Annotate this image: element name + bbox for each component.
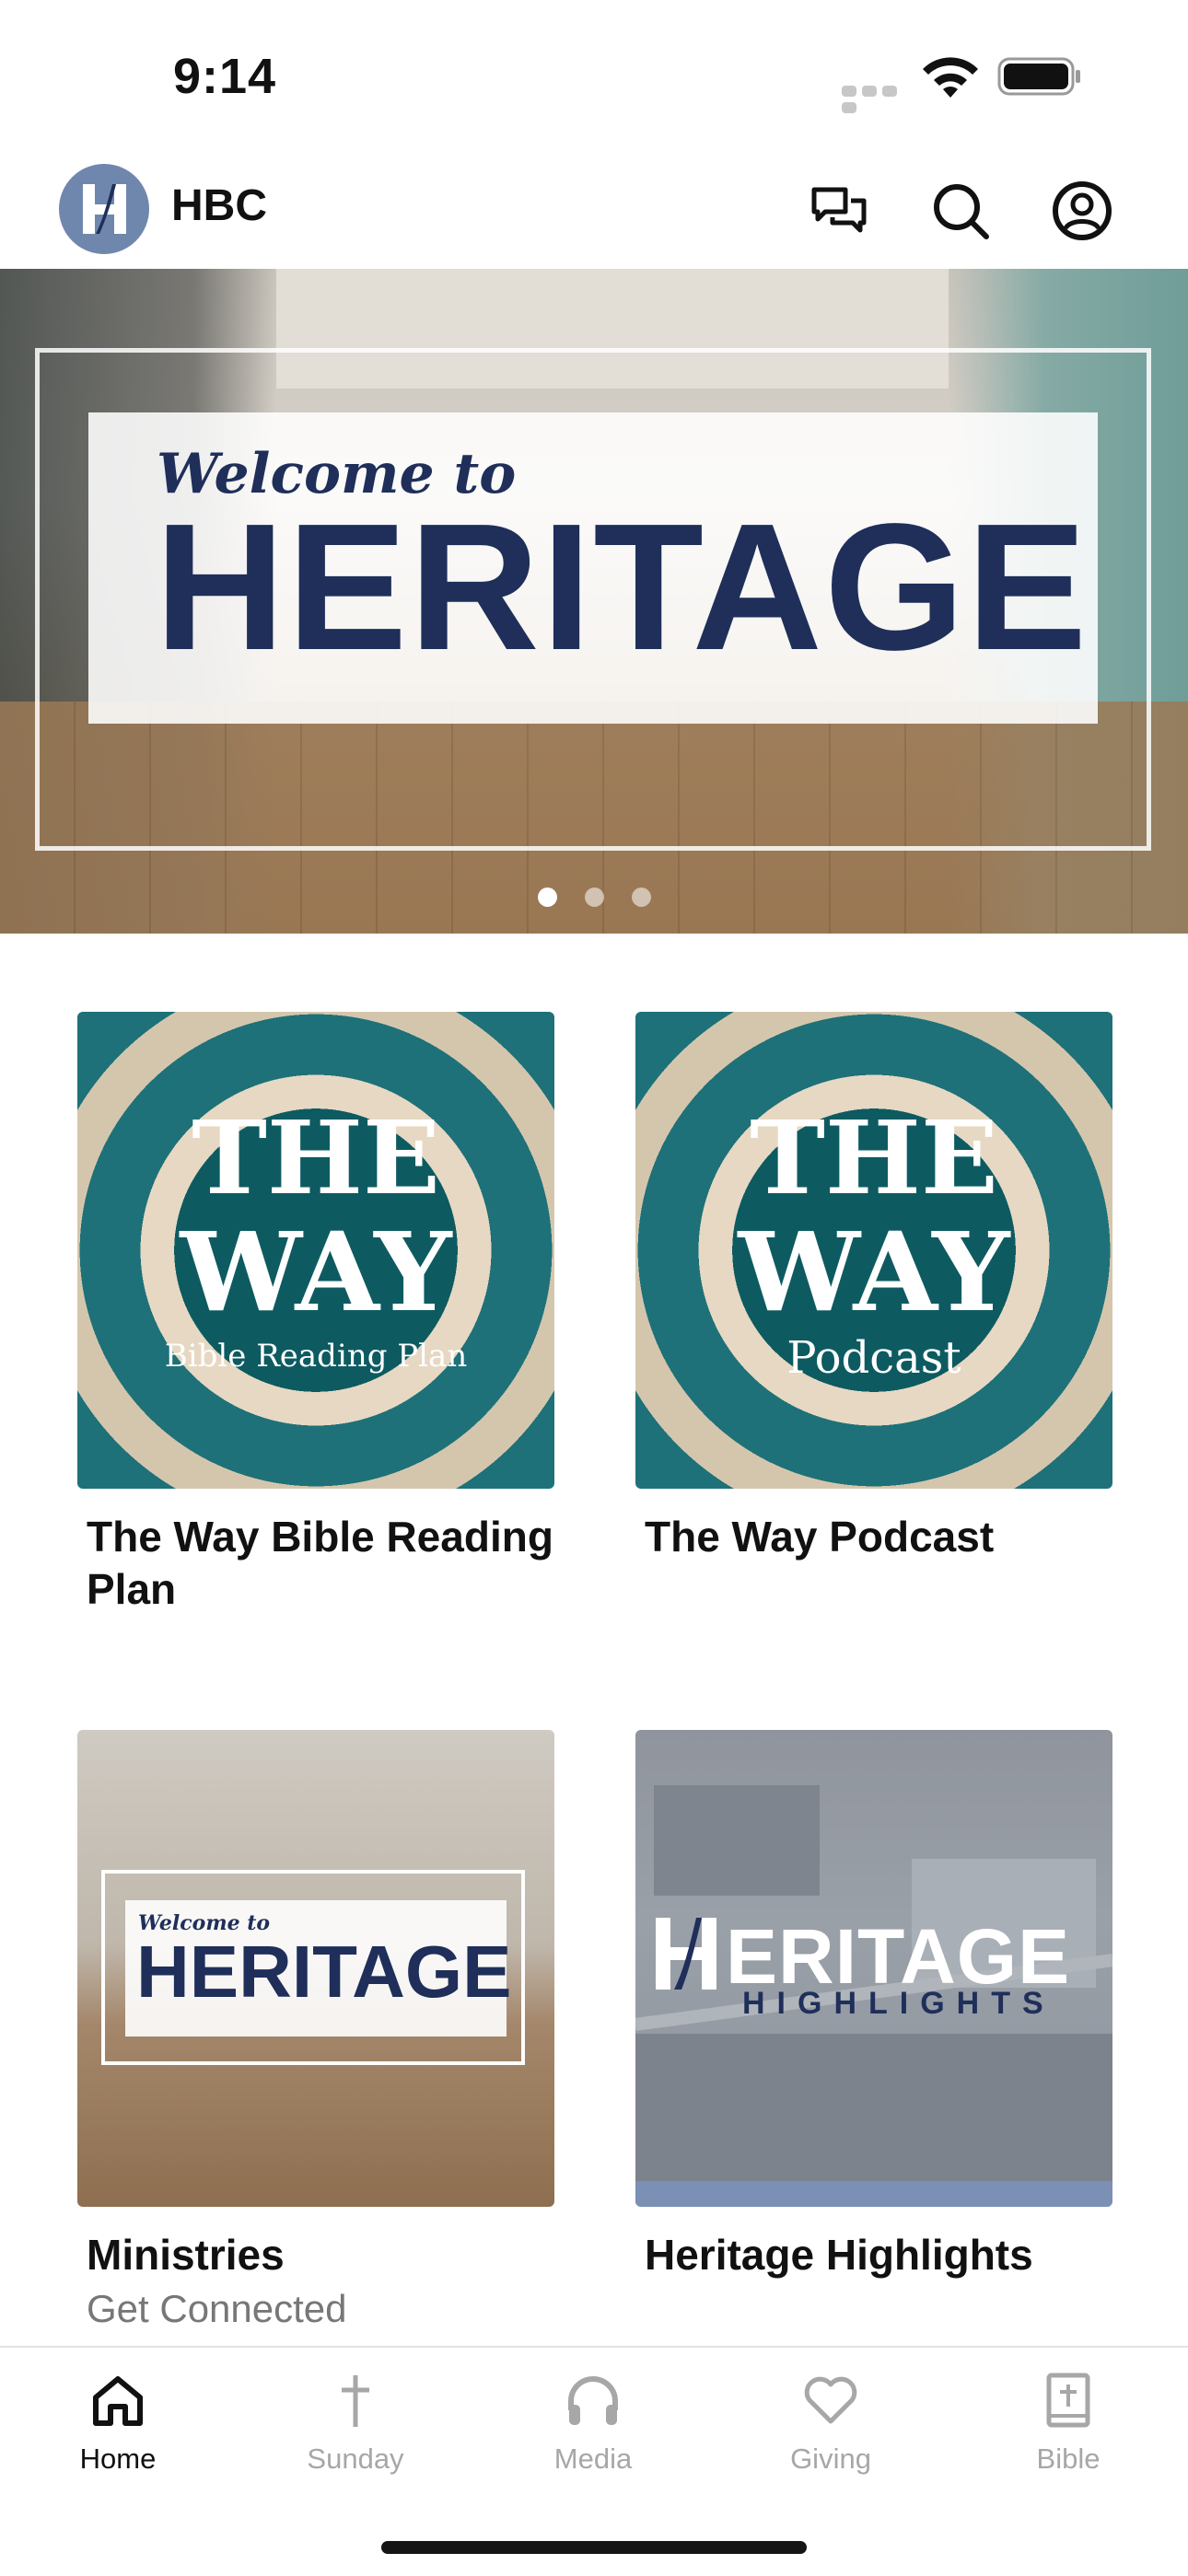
app-header: HBC [0, 147, 1188, 269]
tab-label: Media [553, 2443, 633, 2475]
hero-title: HERITAGE [155, 486, 1089, 688]
carousel-dot[interactable] [631, 888, 651, 907]
carousel-page-indicator[interactable] [0, 888, 1188, 911]
thumb-subtext: Podcast [786, 1332, 961, 1384]
heart-icon [804, 2376, 857, 2424]
hero-carousel[interactable]: Welcome to HERITAGE [0, 269, 1188, 934]
status-time: 9:14 [173, 49, 277, 104]
card-subtitle: Get Connected [87, 2287, 347, 2330]
heritage-h-logo [656, 1918, 716, 1990]
thumb-text: THE [192, 1098, 440, 1217]
cellular-signal-icon [842, 85, 917, 113]
card-thumbnail: THE WAY Bible Reading Plan [77, 1012, 554, 1489]
tab-bible[interactable]: Bible [976, 2370, 1160, 2476]
card-ministries[interactable]: Welcome to HERITAGE Ministries Get Conne… [77, 1730, 554, 2331]
card-the-way-bible-reading-plan[interactable]: THE WAY Bible Reading Plan The Way Bible… [77, 1012, 554, 1616]
card-title: Ministries [87, 2231, 285, 2279]
card-title: The Way Podcast [645, 1513, 995, 1561]
card-title: The Way Bible Reading Plan [87, 1513, 553, 1613]
status-bar: 9:14 [0, 0, 1188, 147]
tab-media[interactable]: Media [501, 2370, 685, 2476]
card-heritage-highlights[interactable]: ERITAGE HIGHLIGHTS Heritage Highlights [635, 1730, 1112, 2281]
headphones-icon [568, 2376, 618, 2425]
thumb-subtext: Bible Reading Plan [164, 1338, 468, 1375]
carousel-dot[interactable] [584, 888, 604, 907]
wifi-icon [921, 55, 980, 101]
card-thumbnail: Welcome to HERITAGE [77, 1730, 554, 2207]
bible-icon [1046, 2373, 1090, 2428]
card-title: Heritage Highlights [645, 2231, 1033, 2279]
hero-banner: Welcome to HERITAGE [88, 412, 1098, 724]
tab-label: Home [79, 2443, 157, 2475]
thumb-text: WAY [180, 1208, 452, 1336]
thumb-title: HERITAGE [136, 1931, 512, 2013]
cross-icon [342, 2375, 369, 2427]
thumb-text: WAY [738, 1208, 1010, 1336]
battery-icon [997, 57, 1082, 96]
tab-giving[interactable]: Giving [739, 2370, 923, 2476]
thumb-title: ERITAGE [726, 1913, 1071, 2000]
search-icon[interactable] [928, 179, 993, 243]
home-indicator [381, 2541, 807, 2554]
carousel-dot[interactable] [537, 888, 557, 907]
tab-home[interactable]: Home [26, 2370, 210, 2476]
tab-sunday[interactable]: Sunday [263, 2370, 448, 2476]
messages-icon[interactable] [807, 179, 871, 243]
tab-label: Giving [790, 2443, 871, 2475]
thumb-subtitle: HIGHLIGHTS [742, 1986, 1055, 2021]
thumb-text: THE [750, 1098, 998, 1217]
church-logo[interactable] [59, 164, 149, 254]
tab-label: Sunday [307, 2443, 404, 2475]
home-icon [93, 2376, 143, 2426]
app-title: HBC [171, 181, 267, 230]
card-thumbnail: ERITAGE HIGHLIGHTS [635, 1730, 1112, 2207]
card-the-way-podcast[interactable]: THE WAY Podcast The Way Podcast [635, 1012, 1112, 1563]
profile-icon[interactable] [1050, 179, 1114, 243]
card-thumbnail: THE WAY Podcast [635, 1012, 1112, 1489]
tab-label: Bible [1036, 2443, 1101, 2475]
